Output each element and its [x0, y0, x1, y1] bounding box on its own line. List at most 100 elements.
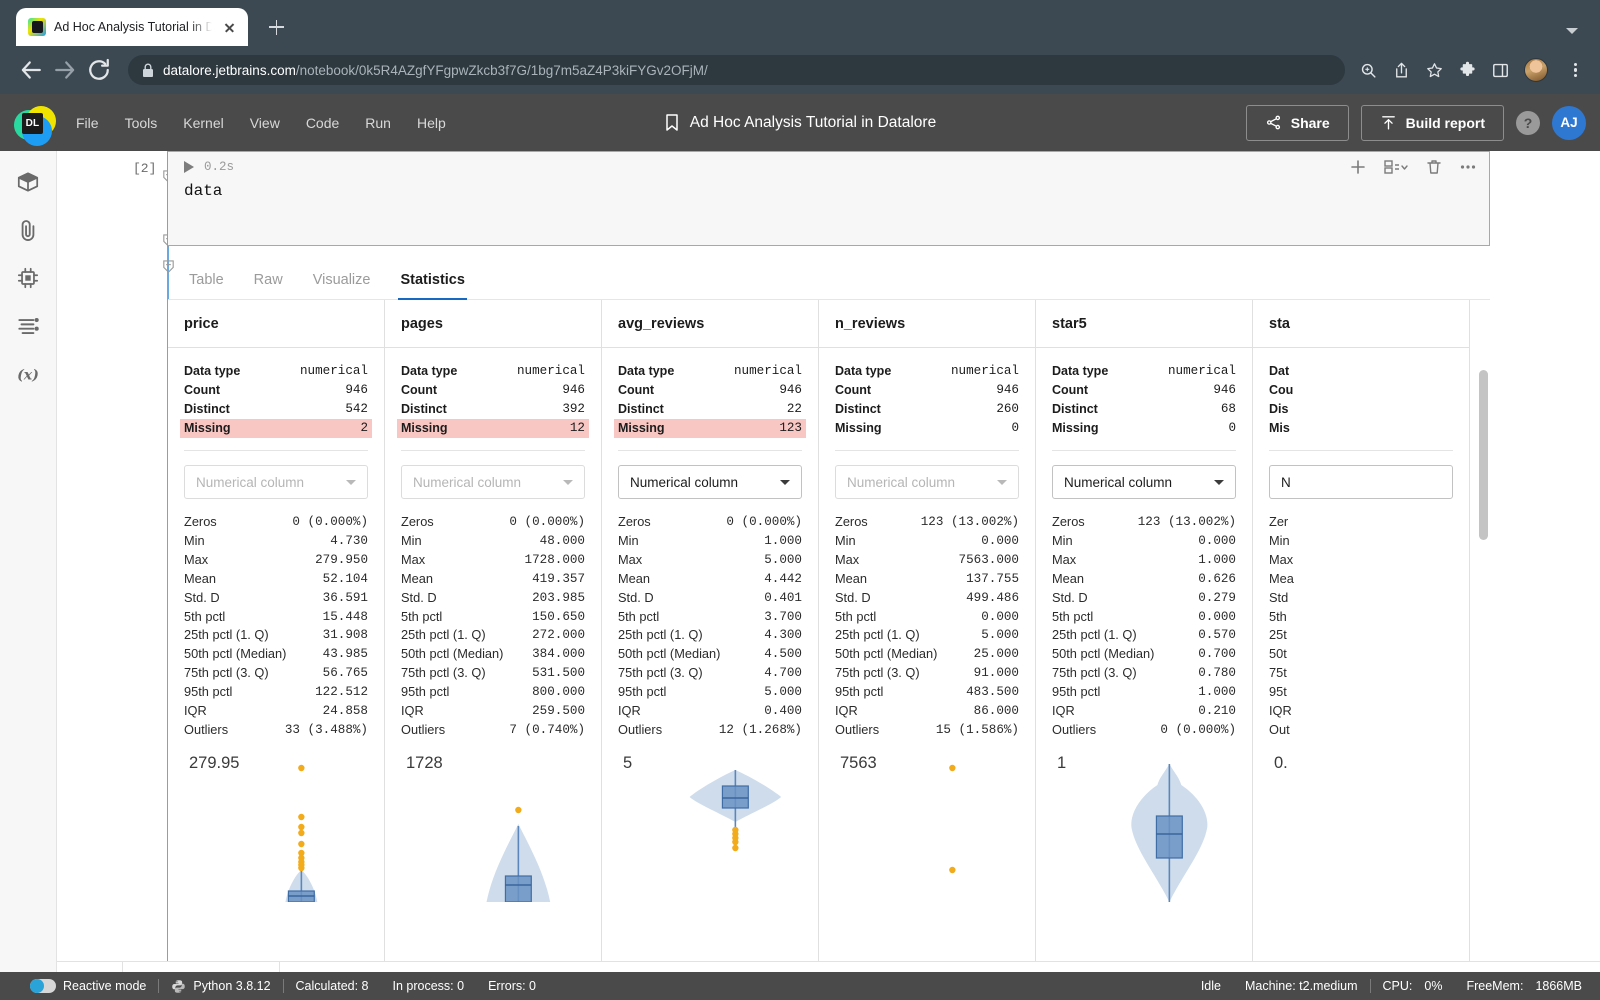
vertical-scrollbar[interactable] [1479, 370, 1488, 540]
build-report-button[interactable]: Build report [1360, 104, 1504, 141]
stat-std-value: 0.401 [764, 590, 802, 605]
stat-missing-label: Missing [184, 421, 231, 435]
menu-item-run[interactable]: Run [365, 115, 391, 131]
zoom-icon[interactable] [1359, 61, 1378, 80]
cell-toolbar: 0.2s [168, 152, 1489, 182]
variables-fx-icon[interactable]: (x) [15, 361, 41, 387]
stat-std-value: 0.279 [1198, 590, 1236, 605]
stat-iqr-value: 86.000 [973, 704, 1019, 719]
back-arrow-icon[interactable] [16, 55, 46, 85]
extensions-puzzle-icon[interactable] [1458, 61, 1477, 80]
stat-truncated-label: 95t [1269, 684, 1287, 700]
cpu-chip-icon[interactable] [15, 265, 41, 291]
stat-outliers-value: 12 (1.268%) [718, 722, 802, 737]
package-box-icon[interactable] [15, 169, 41, 195]
stat-p95-value: 800.000 [532, 685, 585, 700]
menu-item-help[interactable]: Help [417, 115, 446, 131]
reload-icon[interactable] [84, 55, 114, 85]
share-button[interactable]: Share [1245, 104, 1349, 141]
numerical-column-select[interactable]: Numerical column [184, 465, 368, 499]
stat-distinct: Distinct 22 [614, 400, 806, 419]
reactive-mode-label: Reactive mode [63, 979, 147, 993]
more-options-icon[interactable] [1459, 158, 1477, 176]
numerical-column-select-label: N [1281, 474, 1291, 490]
menu-item-view[interactable]: View [250, 115, 280, 131]
stat-outliers: Outliers 7 (0.740%) [396, 721, 590, 740]
split-cell-icon[interactable] [1383, 158, 1409, 176]
stat-max: Max 5.000 [613, 551, 807, 570]
menu-item-kernel[interactable]: Kernel [183, 115, 223, 131]
cpu-label: CPU: [1382, 979, 1413, 993]
chevron-down-icon [780, 479, 790, 485]
stat-p95-value: 5.000 [764, 685, 802, 700]
browser-menu-icon[interactable] [1566, 61, 1584, 79]
menu-item-tools[interactable]: Tools [125, 115, 158, 131]
stat-p25-label: 25th pctl (1. Q) [618, 627, 703, 643]
outlier-point [732, 838, 739, 846]
numerical-column-select[interactable]: Numerical column [835, 465, 1019, 499]
reactive-mode-toggle[interactable]: Reactive mode [18, 979, 158, 993]
forward-arrow-icon[interactable] [50, 55, 80, 85]
stat-iqr: IQR 0.210 [1047, 702, 1241, 721]
numerical-column-select[interactable]: Numerical column [401, 465, 585, 499]
cell-code-area[interactable]: 0.2s data [168, 151, 1490, 246]
outlier-point [949, 866, 956, 874]
stat-max-label: Max [401, 551, 426, 567]
datalore-favicon-icon [28, 18, 46, 36]
help-icon[interactable]: ? [1516, 110, 1540, 135]
stat-missing-value: 2 [360, 421, 368, 435]
numerical-column-select[interactable]: Numerical column [1052, 465, 1236, 499]
stat-count-label: Count [1052, 383, 1089, 397]
stat-max: Max 1.000 [1047, 551, 1241, 570]
menu-item-code[interactable]: Code [306, 115, 339, 131]
new-tab-icon[interactable] [262, 13, 290, 41]
stat-missing: Missing 123 [614, 419, 806, 438]
app-header: DL File Tools Kernel View Code Run Help … [0, 94, 1600, 151]
stat-truncated-v-10: IQR [1264, 702, 1458, 721]
stat-p95-label: 95th pctl [184, 684, 233, 700]
side-panel-icon[interactable] [1491, 61, 1510, 80]
stat-truncated-label: Mea [1269, 570, 1294, 586]
tab-raw[interactable]: Raw [254, 272, 283, 299]
violin-box-plot [1131, 763, 1208, 902]
stat-mean-value: 419.357 [532, 571, 585, 586]
stat-data-type-label: Data type [401, 364, 458, 378]
stat-truncated-v-5: 5th [1264, 608, 1458, 627]
stat-p5-value: 150.650 [532, 609, 585, 624]
tab-table[interactable]: Table [189, 272, 224, 299]
machine-type: Machine: t2.medium [1244, 979, 1358, 993]
stat-missing-value: 12 [569, 421, 585, 435]
stat-min: Min 4.730 [179, 532, 373, 551]
avatar[interactable]: AJ [1552, 105, 1586, 140]
chevron-down-icon[interactable] [1566, 28, 1578, 34]
tab-statistics[interactable]: Statistics [398, 272, 468, 300]
attachment-paperclip-icon[interactable] [15, 217, 41, 243]
share-icon[interactable] [1392, 61, 1411, 80]
column-header-n_reviews: n_reviews [819, 300, 1035, 348]
delete-cell-icon[interactable] [1425, 158, 1443, 176]
outline-list-icon[interactable] [15, 313, 41, 339]
cell-source-text[interactable]: data [168, 182, 1489, 200]
bookmark-star-icon[interactable] [1425, 61, 1444, 80]
share-button-label: Share [1290, 114, 1330, 131]
add-cell-icon[interactable] [1349, 158, 1367, 176]
stat-min-value: 1.000 [764, 533, 802, 548]
tab-visualize[interactable]: Visualize [313, 272, 371, 299]
address-bar-text: datalore.jetbrains.com/notebook/0k5R4AZg… [163, 62, 708, 78]
stat-p95-value: 483.500 [966, 685, 1019, 700]
browser-tab[interactable]: Ad Hoc Analysis Tutorial in Dat [16, 8, 248, 46]
statistics-column-avg_reviews: avg_reviews Data type numerical Count 946 Dis… [602, 300, 819, 1000]
numerical-column-select[interactable]: Numerical column [618, 465, 802, 499]
statistics-column-n_reviews: n_reviews Data type numerical Count 946 Disti… [819, 300, 1036, 1000]
stat-count: Count 946 [831, 381, 1023, 400]
numerical-column-select[interactable]: N [1269, 465, 1453, 499]
numerical-column-select-label: Numerical column [413, 474, 522, 490]
run-cell-icon[interactable] [184, 161, 194, 173]
stat-p5: 5th pctl 150.650 [396, 608, 590, 627]
toolbar-icons [1359, 58, 1584, 82]
python-version[interactable]: Python 3.8.12 [159, 979, 282, 994]
menu-item-file[interactable]: File [76, 115, 99, 131]
profile-avatar-icon[interactable] [1524, 58, 1548, 82]
close-icon[interactable] [220, 18, 238, 36]
address-bar[interactable]: datalore.jetbrains.com/notebook/0k5R4AZg… [128, 55, 1345, 85]
